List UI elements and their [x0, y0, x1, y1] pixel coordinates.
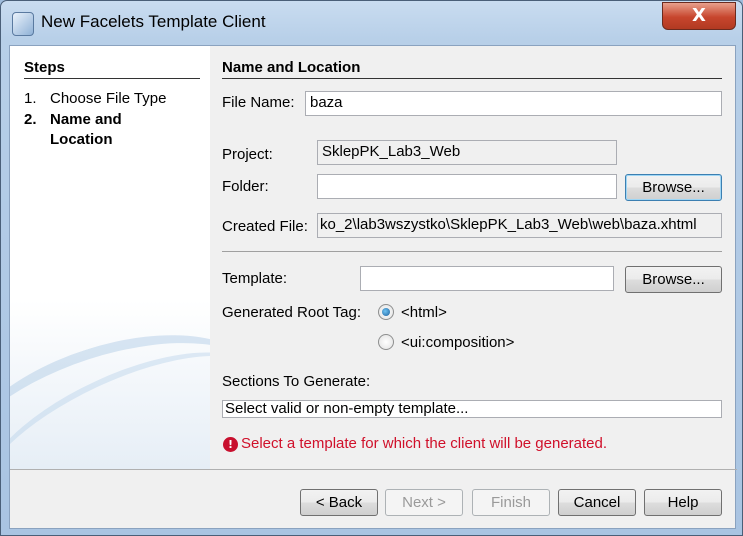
- step-label: Choose File Type: [50, 90, 167, 107]
- steps-heading: Steps: [24, 59, 200, 79]
- file-name-input[interactable]: baza: [305, 91, 722, 116]
- folder-browse-button[interactable]: Browse...: [625, 174, 722, 201]
- project-field: SklepPK_Lab3_Web: [317, 140, 617, 165]
- step-item: 1. Choose File Type: [24, 90, 170, 107]
- cancel-button[interactable]: Cancel: [558, 489, 636, 516]
- radio-html[interactable]: [378, 304, 394, 320]
- dialog-content: Steps 1. Choose File Type 2. Name and Loca…: [9, 45, 737, 529]
- netbeans-cube-icon: [12, 12, 34, 36]
- template-input[interactable]: [360, 266, 614, 291]
- file-name-label: File Name:: [222, 94, 295, 111]
- template-browse-button[interactable]: Browse...: [625, 266, 722, 293]
- folder-label: Folder:: [222, 178, 269, 195]
- button-bar-divider: [10, 469, 737, 470]
- created-file-label: Created File:: [222, 218, 308, 235]
- radio-html-label[interactable]: <html>: [401, 304, 447, 321]
- created-file-field: ko_2\lab3wszystko\SklepPK_Lab3_Web\web\b…: [317, 213, 722, 238]
- section-heading: Name and Location: [222, 59, 722, 79]
- steps-panel: Steps 1. Choose File Type 2. Name and Loca…: [10, 46, 210, 469]
- step-label: Name and Location: [50, 111, 122, 148]
- project-label: Project:: [222, 146, 273, 163]
- next-button[interactable]: Next >: [385, 489, 463, 516]
- help-button[interactable]: Help: [644, 489, 722, 516]
- step-number: 2.: [24, 111, 37, 128]
- divider: [222, 251, 722, 252]
- radio-ui-composition[interactable]: [378, 334, 394, 350]
- dialog-window: New Facelets Template Client X Steps 1. C…: [0, 0, 743, 536]
- error-message: Select a template for which the client w…: [241, 435, 608, 452]
- step-number: 1.: [24, 90, 37, 107]
- window-title: New Facelets Template Client: [41, 12, 266, 31]
- error-icon: !: [223, 437, 238, 452]
- template-label: Template:: [222, 270, 288, 287]
- folder-input[interactable]: [317, 174, 617, 199]
- close-button[interactable]: X: [662, 2, 736, 30]
- radio-ui-composition-label[interactable]: <ui:composition>: [401, 334, 514, 351]
- sections-list[interactable]: Select valid or non-empty template...: [222, 400, 722, 418]
- back-button[interactable]: < Back: [300, 489, 378, 516]
- sections-label: Sections To Generate:: [222, 373, 371, 390]
- root-tag-label: Generated Root Tag:: [222, 304, 361, 321]
- step-item-current: 2. Name and Location: [24, 110, 150, 150]
- finish-button[interactable]: Finish: [472, 489, 550, 516]
